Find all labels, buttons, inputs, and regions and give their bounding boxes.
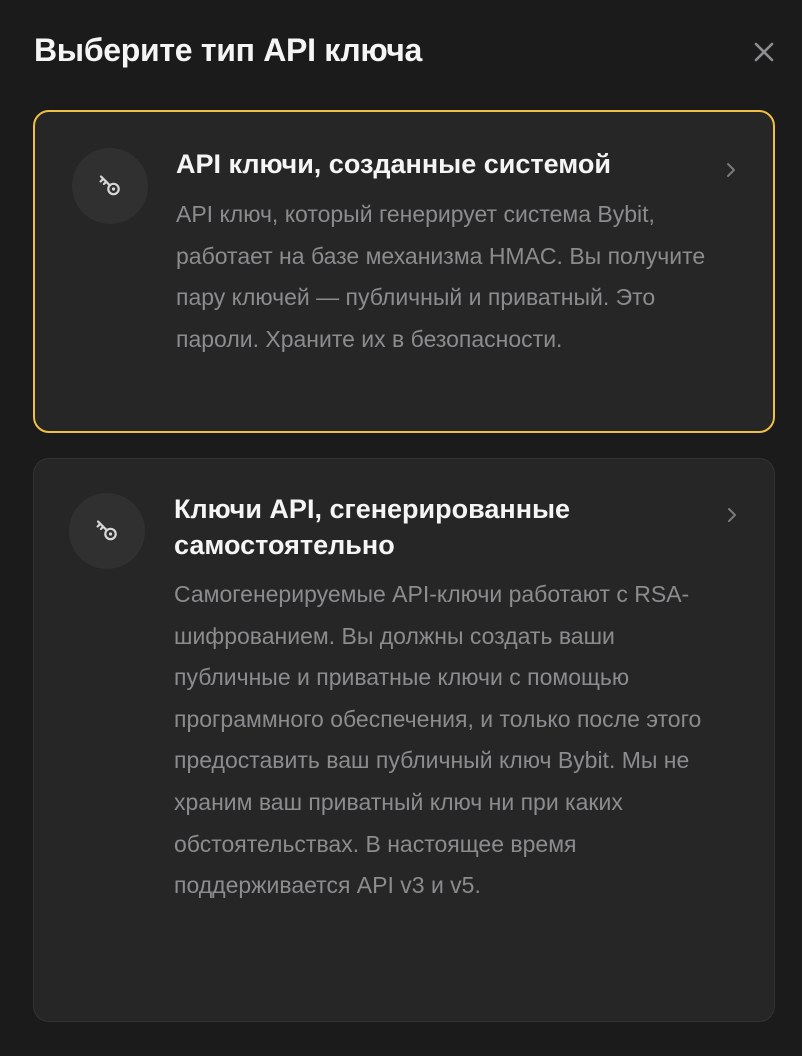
key-icon-circle — [69, 493, 145, 569]
option-title: API ключи, созданные системой — [176, 149, 611, 179]
dialog-title: Выберите тип API ключа — [34, 32, 422, 68]
key-icon — [96, 520, 117, 541]
option-self-generated-keys[interactable]: Ключи API, сгенерированные самостоятельн… — [33, 458, 775, 1022]
key-icon-circle — [72, 148, 148, 224]
chevron-right-icon — [728, 508, 736, 522]
api-key-type-dialog: Выберите тип API ключа API ключи, создан… — [0, 0, 802, 1056]
close-button[interactable] — [748, 36, 780, 68]
option-title: Ключи API, сгенерированные самостоятельн… — [174, 494, 571, 560]
option-system-generated-keys[interactable]: API ключи, созданные системой API ключ, … — [33, 110, 775, 433]
chevron-right-icon — [727, 163, 735, 177]
close-icon — [754, 42, 774, 62]
key-icon — [99, 175, 120, 196]
option-description: API ключ, который генерирует система Byb… — [176, 201, 706, 352]
option-description: Самогенерируемые API-ключи работают с RS… — [174, 581, 702, 899]
